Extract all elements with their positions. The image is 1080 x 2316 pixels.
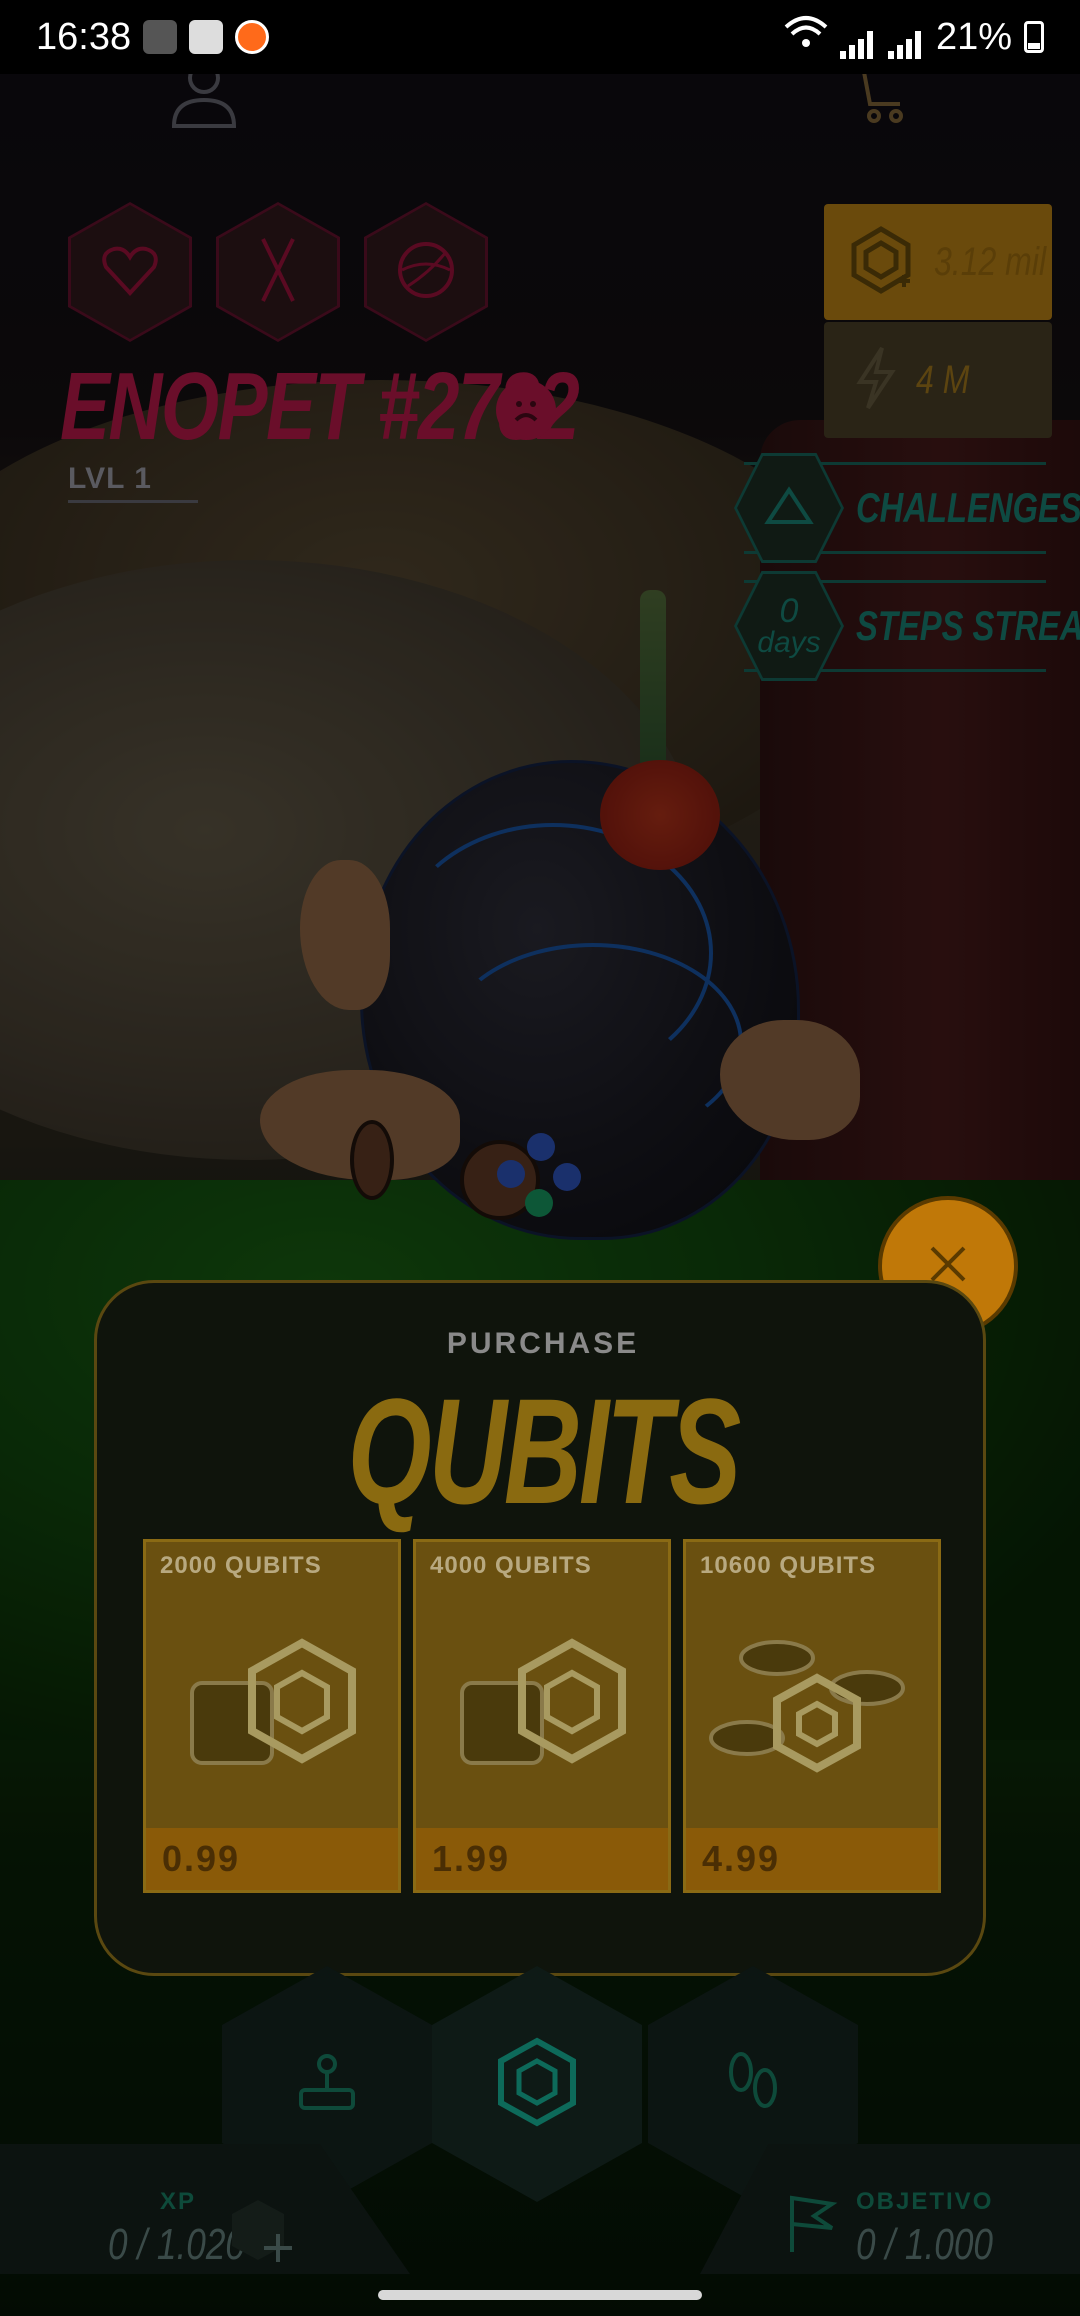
cart-icon[interactable]: [850, 66, 910, 126]
qubit-pack-4000[interactable]: 4000 QUBITS 1.99: [413, 1539, 671, 1893]
lightning-icon: [854, 346, 898, 415]
qubit-balance[interactable]: 3.12 mil: [824, 204, 1052, 320]
coin-pile-icon: [686, 1588, 938, 1828]
pack-price: 0.99: [146, 1828, 398, 1890]
heart-icon: [100, 243, 160, 302]
modal-kicker: PURCHASE: [446, 1327, 640, 1360]
qubit-packs: 2000 QUBITS 0.99 4000 QUBITS 1.99 10600 …: [143, 1539, 943, 1893]
sad-face-icon[interactable]: [496, 380, 556, 440]
joystick-icon: [295, 2050, 359, 2119]
signal-icon-2: [887, 16, 924, 59]
streak-unit: days: [757, 626, 821, 659]
flag-icon: [786, 2194, 838, 2259]
signal-icon-1: [839, 16, 876, 59]
streak-count: 0: [779, 592, 799, 630]
plus-icon[interactable]: [262, 2232, 294, 2269]
gallery-notification-icon: [189, 20, 224, 54]
level-progress-bar: [68, 500, 198, 503]
genopets-logo-icon: [497, 2037, 577, 2132]
clock: 16:38: [36, 15, 132, 58]
fork-knife-icon: [253, 235, 303, 310]
pack-label: 2000 QUBITS: [160, 1552, 322, 1579]
steps-streak-label: STEPS STREAK: [856, 602, 1080, 649]
status-bar: 16:38 21%: [0, 0, 1080, 74]
ball-icon: [394, 238, 458, 307]
goal-label: OBJETIVO: [856, 2188, 994, 2215]
qubit-pack-2000[interactable]: 2000 QUBITS 0.99: [143, 1539, 401, 1893]
battery-percent: 21%: [935, 15, 1012, 58]
pet-level: LVL 1: [68, 462, 152, 495]
footprints-icon: [723, 2050, 783, 2119]
pack-label: 4000 QUBITS: [430, 1552, 592, 1579]
coin-stack-icon: [416, 1588, 668, 1828]
xp-label: XP: [160, 2188, 197, 2215]
pack-price: 1.99: [416, 1828, 668, 1890]
challenges-button[interactable]: CHALLENGES: [734, 453, 1080, 563]
pack-price: 4.99: [686, 1828, 938, 1890]
qubit-balance-value: 3.12 mil: [934, 239, 1047, 284]
xp-value: 0 / 1.020: [108, 2220, 246, 2269]
qubit-icon: [846, 225, 916, 300]
modal-title: QUBITS: [347, 1367, 742, 1535]
battery-icon: [1024, 21, 1044, 53]
triangle-icon: [764, 485, 814, 531]
teams-notification-icon: [143, 20, 178, 54]
coin-stack-icon: [146, 1588, 398, 1828]
home-indicator[interactable]: [378, 2290, 702, 2300]
energy-balance-value: 4 M: [916, 357, 970, 402]
app-notification-icon: [235, 20, 270, 54]
steps-streak-button[interactable]: 0 days STEPS STREAK: [734, 571, 1080, 681]
wifi-icon: [784, 15, 828, 59]
pack-label: 10600 QUBITS: [700, 1552, 877, 1579]
qubit-pack-10600[interactable]: 10600 QUBITS 4.99: [683, 1539, 941, 1893]
energy-balance[interactable]: 4 M: [824, 322, 1052, 438]
goal-value: 0 / 1.000: [856, 2220, 994, 2269]
purchase-qubits-modal: PURCHASE QUBITS 2000 QUBITS 0.99 4000 QU…: [94, 1280, 986, 1976]
challenges-label: CHALLENGES: [856, 484, 1080, 531]
